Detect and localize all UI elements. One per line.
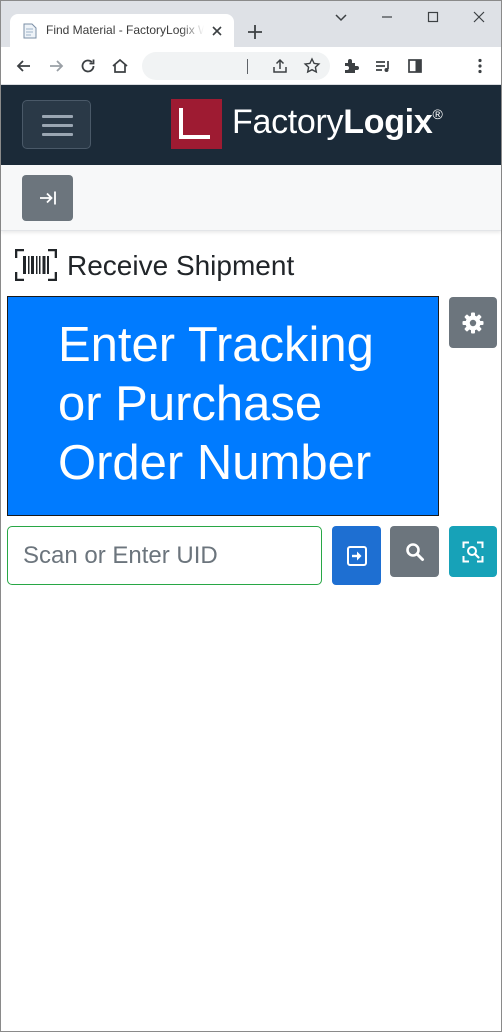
- camera-scan-button[interactable]: [449, 526, 497, 577]
- uid-scan-input[interactable]: [7, 526, 322, 585]
- browser-tab-title: Find Material - FactoryLogix Web: [46, 23, 204, 37]
- close-tab-icon[interactable]: [210, 24, 224, 38]
- side-panel-icon[interactable]: [405, 56, 425, 76]
- hamburger-line: [42, 115, 73, 118]
- new-tab-icon[interactable]: [245, 22, 265, 42]
- enter-arrow-icon: [346, 545, 367, 566]
- scan-camera-icon: [462, 541, 484, 562]
- bookmark-star-icon[interactable]: [302, 56, 322, 76]
- maximize-window-icon[interactable]: [423, 7, 443, 27]
- browser-tab-strip: Find Material - FactoryLogix Web: [1, 1, 501, 47]
- logo-l-icon: [179, 108, 210, 139]
- address-bar[interactable]: [142, 52, 330, 80]
- collapse-arrow-icon: [39, 191, 56, 205]
- reload-icon[interactable]: [78, 56, 98, 76]
- hamburger-line: [42, 133, 73, 136]
- instruction-prompt: Enter Tracking or Purchase Order Number: [7, 296, 439, 516]
- search-button[interactable]: [390, 526, 439, 577]
- logo-text-bold: Logix: [343, 103, 433, 141]
- page-title: Receive Shipment: [67, 250, 295, 281]
- address-separator: [247, 59, 248, 74]
- minimize-window-icon[interactable]: [377, 7, 397, 27]
- share-icon[interactable]: [270, 56, 290, 76]
- factorylogix-logo-text: FactoryLogix®: [232, 99, 443, 145]
- home-icon[interactable]: [110, 56, 130, 76]
- secondary-toolbar: [1, 165, 501, 231]
- submit-uid-button[interactable]: [332, 526, 381, 585]
- factorylogix-logo-mark: [171, 99, 222, 149]
- gear-icon: [462, 312, 484, 333]
- barcode-scan-icon: [15, 249, 57, 281]
- search-icon: [405, 542, 424, 561]
- forward-arrow-icon[interactable]: [46, 56, 66, 76]
- prompt-line: Enter Tracking: [58, 318, 374, 372]
- logo-text-prefix: Factory: [232, 103, 344, 141]
- collapse-sidebar-button[interactable]: [22, 175, 73, 221]
- prompt-line: or Purchase: [58, 377, 323, 431]
- extensions-puzzle-icon[interactable]: [341, 56, 361, 76]
- hamburger-line: [42, 124, 73, 127]
- browser-tab[interactable]: Find Material - FactoryLogix Web: [10, 14, 234, 47]
- settings-button[interactable]: [449, 297, 497, 348]
- prompt-line: Order Number: [58, 436, 372, 490]
- page-favicon-icon: [23, 23, 37, 39]
- media-control-icon[interactable]: [373, 56, 393, 76]
- logo-registered-mark: ®: [432, 106, 443, 122]
- back-arrow-icon[interactable]: [14, 56, 34, 76]
- hamburger-menu-button[interactable]: [22, 100, 91, 149]
- browser-menu-icon[interactable]: [470, 56, 490, 76]
- app-navbar: FactoryLogix®: [1, 85, 501, 165]
- browser-toolbar: [1, 47, 501, 85]
- tab-search-chevron-icon[interactable]: [331, 7, 351, 27]
- close-window-icon[interactable]: [469, 7, 489, 27]
